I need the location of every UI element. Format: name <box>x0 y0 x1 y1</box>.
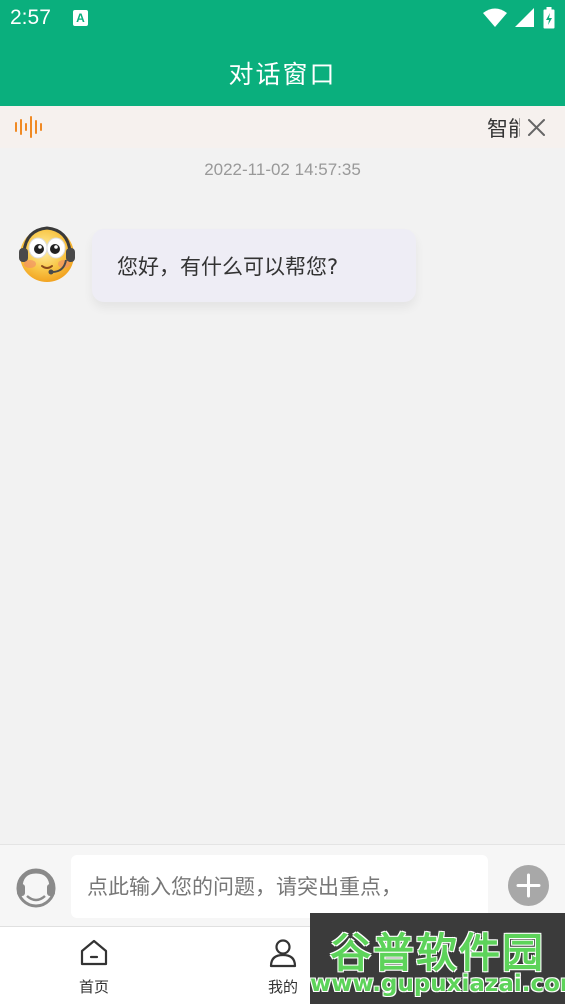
status-bar: 2:57 A <box>0 0 565 38</box>
bot-avatar <box>19 226 75 282</box>
close-icon[interactable] <box>527 118 546 137</box>
notice-marquee: 智能 <box>487 113 520 141</box>
bot-message-bubble: 您好，有什么可以帮您? <box>92 229 416 302</box>
question-input[interactable] <box>71 855 488 918</box>
notice-text: 智能 <box>487 117 520 141</box>
notice-bar[interactable]: 智能 <box>0 106 565 148</box>
tab-home[interactable]: 首页 <box>54 927 134 1004</box>
notification-a-icon: A <box>73 10 88 26</box>
watermark-logo: 谷普软件园 www.gupuxiazai.com <box>310 913 565 1004</box>
page-title: 对话窗口 <box>228 60 337 89</box>
home-icon <box>80 939 108 966</box>
sound-wave-icon <box>15 116 42 138</box>
bot-message-text: 您好，有什么可以帮您? <box>117 255 339 279</box>
wifi-icon <box>483 8 507 27</box>
add-icon[interactable] <box>508 865 549 906</box>
signal-icon <box>515 8 534 27</box>
user-icon <box>269 939 297 968</box>
status-icons <box>483 7 555 29</box>
header: 对话窗口 <box>0 38 565 106</box>
tab-home-label: 首页 <box>78 978 109 996</box>
watermark-url: www.gupuxiazai.com <box>310 971 565 997</box>
status-time: 2:57 <box>10 6 51 29</box>
headset-voice-icon[interactable] <box>15 866 57 908</box>
watermark-title: 谷普软件园 <box>330 929 545 977</box>
message-timestamp: 2022-11-02 14:57:35 <box>204 160 361 179</box>
battery-icon <box>543 7 555 29</box>
